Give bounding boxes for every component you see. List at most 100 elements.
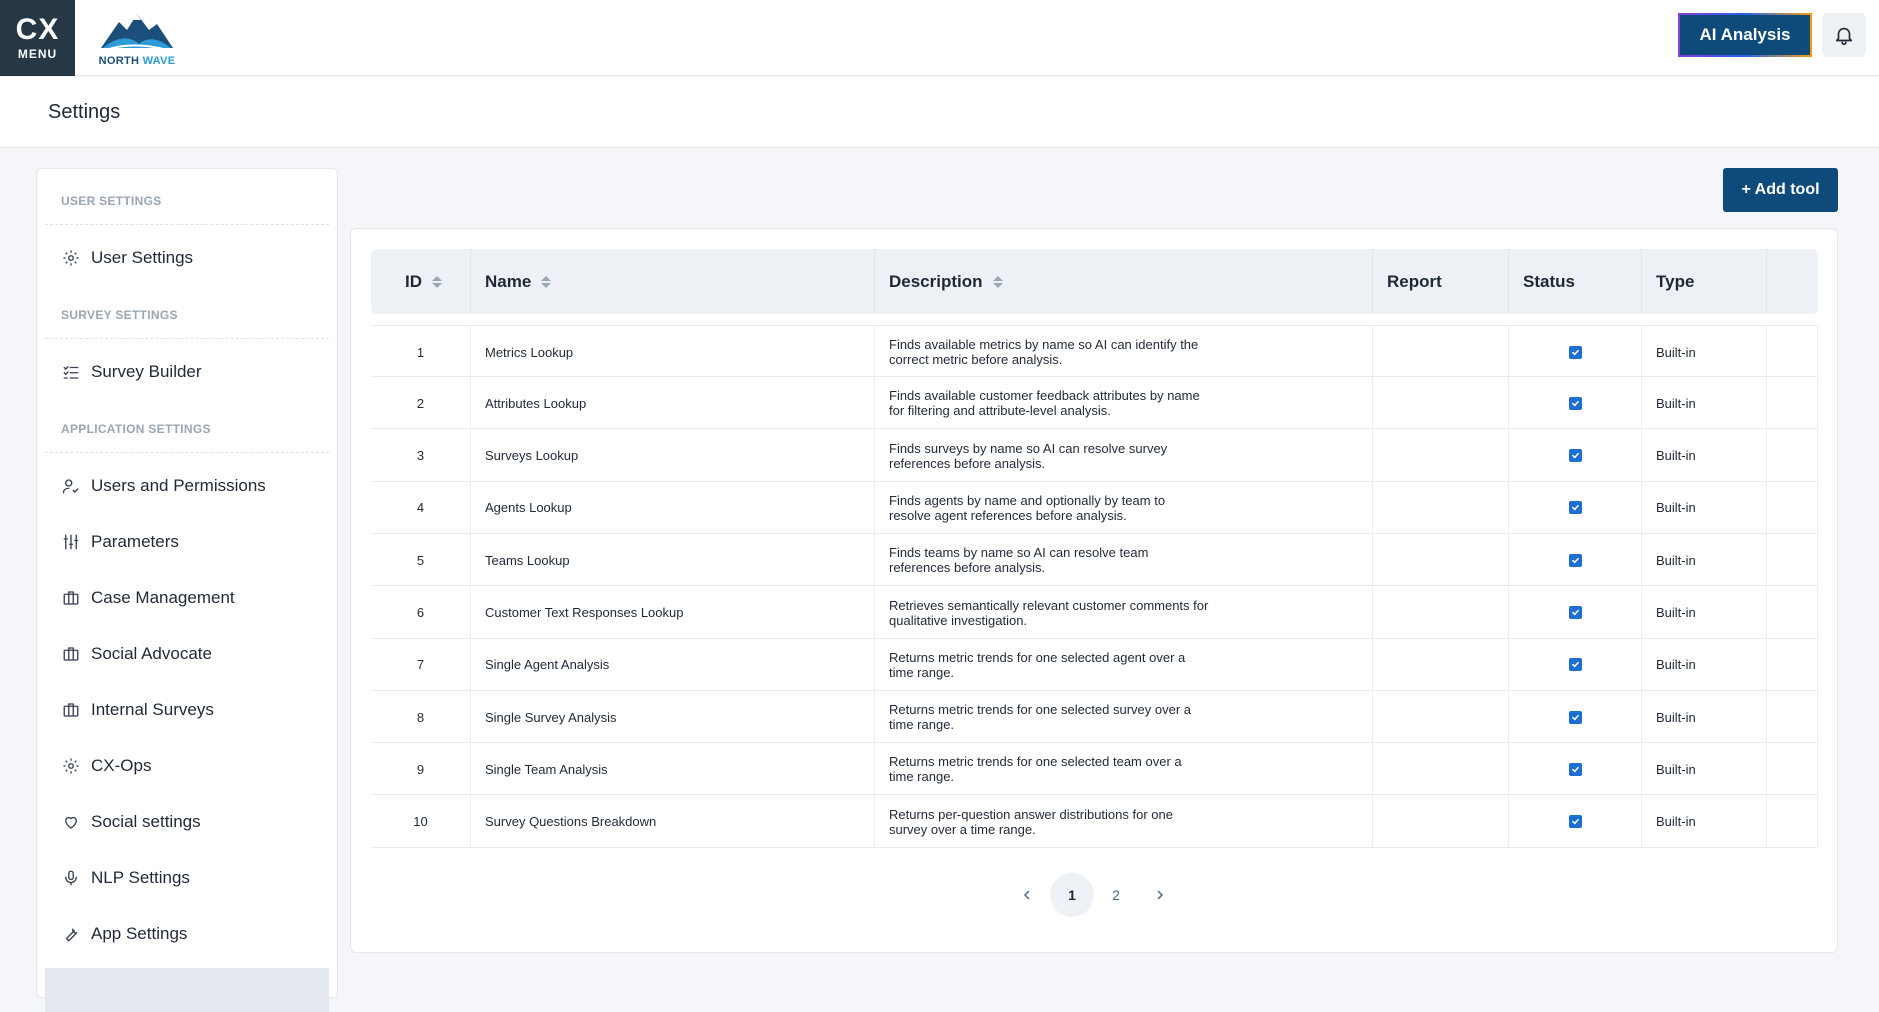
briefcase-icon: [61, 700, 81, 720]
cell-type: Built-in: [1642, 795, 1767, 848]
cell-name: Single Survey Analysis: [471, 691, 875, 744]
chevron-left-icon: [1023, 890, 1030, 900]
column-header-status: Status: [1509, 249, 1642, 314]
cell-report: [1373, 481, 1509, 534]
cell-type: Built-in: [1642, 481, 1767, 534]
sidebar-item-parameters[interactable]: Parameters: [45, 520, 329, 564]
cell-id: 5: [371, 534, 471, 587]
cell-text: 1: [416, 344, 425, 360]
column-header-description[interactable]: Description: [875, 249, 1373, 314]
table-row[interactable]: 7 Single Agent Analysis Returns metric tre…: [371, 638, 1818, 691]
table-row[interactable]: 8 Single Survey Analysis Returns metric tr…: [371, 691, 1818, 744]
cell-text: Built-in: [1656, 657, 1696, 673]
check-icon: [1571, 349, 1579, 355]
check-icon: [1571, 452, 1579, 459]
sort-icon[interactable]: [541, 275, 552, 288]
sidebar-item-case-management[interactable]: Case Management: [45, 576, 329, 620]
column-header-name[interactable]: Name: [471, 249, 875, 314]
status-checkbox[interactable]: [1568, 710, 1582, 724]
briefcase-icon: [61, 644, 81, 664]
table-row[interactable]: 10 Survey Questions Breakdown Returns per-…: [371, 795, 1818, 848]
table-row[interactable]: 3 Surveys Lookup Finds surveys by name so …: [371, 429, 1818, 482]
cell-text: Returns metric trends for one selected a…: [889, 649, 1186, 680]
previous-page-button[interactable]: [1005, 873, 1049, 917]
cell-text: 9: [416, 761, 425, 777]
cell-text: Returns per-question answer distribution…: [889, 806, 1173, 837]
cell-desc: Finds teams by name so AI can resolve te…: [875, 534, 1373, 587]
page-button-2[interactable]: 2: [1094, 873, 1138, 917]
sort-icon[interactable]: [992, 275, 1003, 288]
cell-id: 7: [371, 638, 471, 691]
cell-type: Built-in: [1642, 429, 1767, 482]
sort-icon[interactable]: [432, 275, 442, 288]
column-header-type: Type: [1642, 249, 1767, 314]
cell-text: Built-in: [1656, 605, 1696, 620]
add-tool-button[interactable]: + Add tool: [1723, 168, 1838, 212]
notifications-button[interactable]: [1822, 13, 1866, 57]
cell-text: Metrics Lookup: [485, 344, 574, 360]
sidebar-item-app-settings[interactable]: App Settings: [45, 912, 329, 956]
table-row[interactable]: 9 Single Team Analysis Returns metric tren…: [371, 743, 1818, 796]
status-checkbox[interactable]: [1568, 553, 1582, 567]
sidebar-item-social-settings[interactable]: Social settings: [45, 800, 329, 844]
sidebar-item-label: Social Advocate: [91, 644, 212, 663]
cell-text: Built-in: [1656, 552, 1696, 568]
cell-text: Built-in: [1656, 709, 1696, 725]
cell-id: 3: [371, 429, 471, 482]
status-checkbox[interactable]: [1568, 396, 1582, 410]
sidebar-item-user-settings[interactable]: User Settings: [45, 236, 329, 280]
gear-icon: [61, 756, 81, 776]
cell-text: 7: [416, 657, 425, 673]
sidebar-item-users-permissions[interactable]: Users and Permissions: [45, 464, 329, 508]
menu-button[interactable]: CX MENU: [0, 0, 75, 76]
cell-actions: [1767, 481, 1818, 534]
cell-actions: [1767, 534, 1818, 587]
status-checkbox[interactable]: [1568, 345, 1582, 359]
sidebar-item-internal-surveys[interactable]: Internal Surveys: [45, 688, 329, 732]
cell-actions: [1767, 586, 1818, 639]
cell-name: Customer Text Responses Lookup: [471, 586, 875, 639]
ai-analysis-button[interactable]: AI Analysis: [1678, 13, 1812, 57]
brand-word-2: WAVE: [142, 55, 176, 67]
status-checkbox[interactable]: [1568, 815, 1582, 829]
sidebar-item-ai-active[interactable]: [45, 968, 329, 1012]
sidebar-item-social-advocate[interactable]: Social Advocate: [45, 632, 329, 676]
status-checkbox[interactable]: [1568, 762, 1582, 776]
brand-logo[interactable]: NORTH WAVE: [94, 8, 180, 70]
cell-actions: [1767, 429, 1818, 482]
cx-logo: CX: [15, 13, 60, 46]
sidebar-item-label: Case Management: [91, 588, 235, 607]
cell-report: [1373, 743, 1509, 796]
table-row[interactable]: 5 Teams Lookup Finds teams by name so AI c…: [371, 534, 1818, 587]
status-checkbox[interactable]: [1568, 606, 1582, 619]
column-header-label: Name: [485, 271, 532, 291]
sidebar-item-cx-ops[interactable]: CX-Ops: [45, 744, 329, 788]
column-header-label: Report: [1387, 271, 1442, 291]
column-header-label: Description: [889, 271, 983, 291]
cell-desc: Finds surveys by name so AI can resolve …: [875, 429, 1373, 482]
status-checkbox[interactable]: [1568, 658, 1582, 672]
column-header-id[interactable]: ID: [371, 249, 471, 314]
sidebar-item-label: NLP Settings: [91, 868, 190, 887]
cell-report: [1373, 377, 1509, 430]
cell-text: 2: [416, 395, 425, 411]
page-button-1[interactable]: 1: [1050, 873, 1094, 917]
cell-text: Agents Lookup: [485, 500, 572, 516]
wrench-icon: [61, 924, 81, 944]
status-checkbox[interactable]: [1568, 449, 1582, 463]
status-checkbox[interactable]: [1568, 501, 1582, 515]
cell-status: [1509, 377, 1642, 430]
table-row[interactable]: 2 Attributes Lookup Finds available custom…: [371, 377, 1818, 430]
table-row[interactable]: 6 Customer Text Responses Lookup Retrieves…: [371, 586, 1818, 639]
table-row[interactable]: 4 Agents Lookup Finds agents by name and o…: [371, 481, 1818, 534]
cell-actions: [1767, 326, 1818, 378]
briefcase-icon: [61, 588, 81, 608]
table-row[interactable]: 1 Metrics Lookup Finds available metrics b…: [371, 325, 1818, 378]
sidebar-item-survey-builder[interactable]: Survey Builder: [45, 350, 329, 394]
sidebar-item-nlp-settings[interactable]: NLP Settings: [45, 856, 329, 900]
section-label-application: APPLICATION SETTINGS: [61, 422, 211, 436]
cell-report: [1373, 691, 1509, 744]
cell-text: Finds surveys by name so AI can resolve …: [889, 440, 1168, 471]
cell-text: Retrieves semantically relevant customer…: [889, 597, 1209, 628]
next-page-button[interactable]: [1138, 873, 1182, 917]
